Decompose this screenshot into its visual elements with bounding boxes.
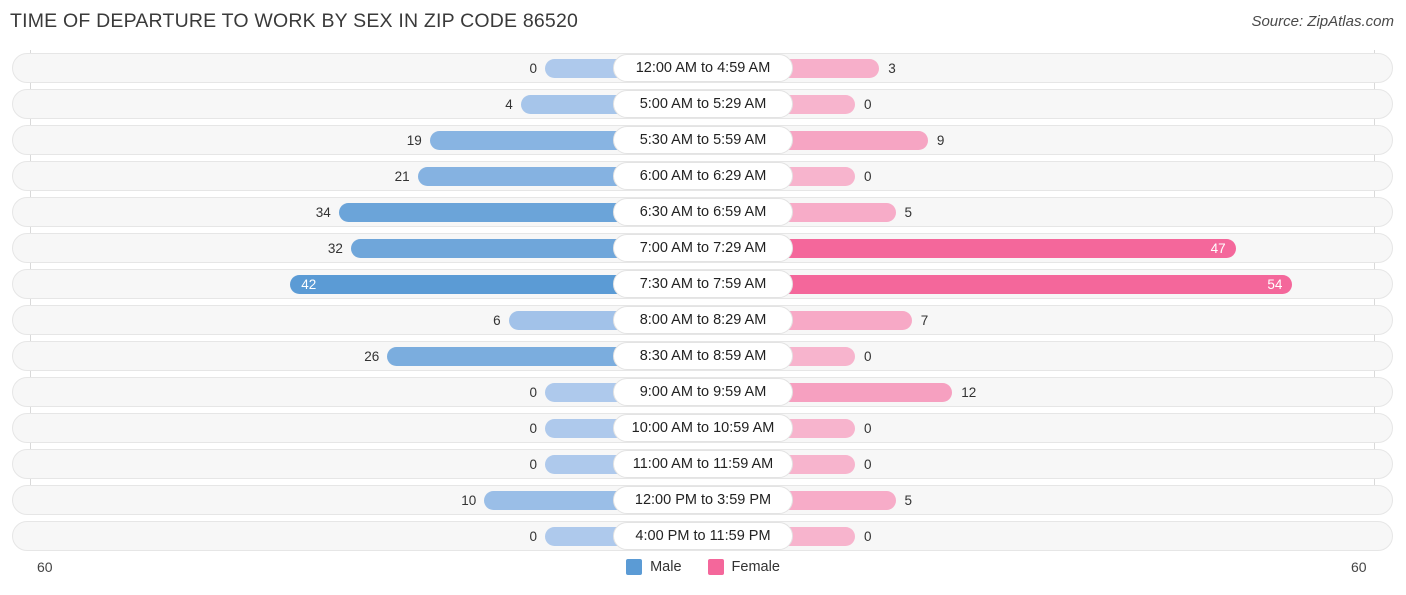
bar-value-female: 5: [904, 205, 913, 220]
bar-value-male: 34: [315, 205, 331, 220]
page-title: TIME OF DEPARTURE TO WORK BY SEX IN ZIP …: [10, 10, 579, 32]
chart-row: 26 0 8:30 AM to 8:59 AM: [0, 338, 1406, 374]
legend-swatch-male-icon: [626, 559, 643, 575]
bar-value-male: 4: [505, 97, 513, 112]
bar-female[interactable]: [787, 527, 855, 546]
bar-value-male: 0: [529, 529, 537, 544]
bar-value-female: 5: [904, 493, 913, 508]
bar-value-male: 0: [529, 385, 537, 400]
legend-swatch-female-icon: [707, 559, 724, 575]
category-label-pill: 12:00 PM to 3:59 PM: [613, 486, 793, 514]
bar-male[interactable]: [545, 59, 619, 78]
bar-value-female: 7: [920, 313, 929, 328]
bar-male[interactable]: [545, 527, 619, 546]
bar-female[interactable]: [787, 239, 1236, 258]
bar-female[interactable]: [787, 491, 896, 510]
bar-value-male: 0: [529, 457, 537, 472]
chart-rows: 0 3 12:00 AM to 4:59 AM 4 0 5:00 AM to 5:29 A…: [0, 50, 1406, 554]
chart-page: TIME OF DEPARTURE TO WORK BY SEX IN ZIP …: [0, 0, 1406, 595]
chart-row: 4 0 5:00 AM to 5:29 AM: [0, 86, 1406, 122]
chart-row: 10 5 12:00 PM to 3:59 PM: [0, 482, 1406, 518]
bar-female[interactable]: [787, 347, 855, 366]
category-label-pill: 7:00 AM to 7:29 AM: [613, 234, 793, 262]
bar-male[interactable]: [545, 455, 619, 474]
legend-label-female: Female: [731, 559, 780, 575]
bar-value-female: 0: [864, 169, 872, 184]
category-label-pill: 6:30 AM to 6:59 AM: [613, 198, 793, 226]
chart-legend: Male Female: [0, 559, 1406, 575]
bar-value-male: 6: [493, 313, 501, 328]
bar-value-male: 10: [461, 493, 477, 508]
bar-value-female: 47: [1210, 241, 1226, 256]
bar-male[interactable]: [520, 95, 619, 114]
bar-female[interactable]: [787, 383, 953, 402]
category-label-pill: 7:30 AM to 7:59 AM: [613, 270, 793, 298]
category-label-pill: 8:00 AM to 8:29 AM: [613, 306, 793, 334]
bar-female[interactable]: [787, 131, 928, 150]
bar-male[interactable]: [387, 347, 619, 366]
chart-row: 0 0 10:00 AM to 10:59 AM: [0, 410, 1406, 446]
category-label-pill: 6:00 AM to 6:29 AM: [613, 162, 793, 190]
category-label-pill: 12:00 AM to 4:59 AM: [613, 54, 793, 82]
bar-female[interactable]: [787, 455, 855, 474]
bar-value-female: 3: [888, 61, 896, 76]
bar-value-female: 12: [961, 385, 977, 400]
bar-value-male: 0: [529, 421, 537, 436]
chart-footer: 60 60 Male Female: [0, 549, 1406, 595]
bar-value-female: 54: [1267, 277, 1283, 292]
bar-male[interactable]: [417, 167, 619, 186]
bar-value-male: 0: [529, 61, 537, 76]
chart-row: 6 7 8:00 AM to 8:29 AM: [0, 302, 1406, 338]
bar-value-male: 32: [327, 241, 343, 256]
chart-row: 34 5 6:30 AM to 6:59 AM: [0, 194, 1406, 230]
category-label-pill: 11:00 AM to 11:59 AM: [613, 450, 793, 478]
bar-female[interactable]: [787, 311, 912, 330]
bar-male[interactable]: [429, 131, 619, 150]
category-label-pill: 10:00 AM to 10:59 AM: [613, 414, 793, 442]
chart-row: 0 0 11:00 AM to 11:59 AM: [0, 446, 1406, 482]
chart-row: 19 9 5:30 AM to 5:59 AM: [0, 122, 1406, 158]
bar-female[interactable]: [787, 167, 855, 186]
category-label-pill: 4:00 PM to 11:59 PM: [613, 522, 793, 550]
bar-male[interactable]: [545, 383, 619, 402]
chart-row: 42 54 7:30 AM to 7:59 AM: [0, 266, 1406, 302]
source-attribution: Source: ZipAtlas.com: [1251, 13, 1394, 30]
bar-value-female: 9: [936, 133, 945, 148]
bar-value-female: 0: [864, 529, 872, 544]
bar-value-female: 0: [864, 97, 872, 112]
chart-plot-area: 0 3 12:00 AM to 4:59 AM 4 0 5:00 AM to 5:29 A…: [0, 50, 1406, 555]
bar-female[interactable]: [787, 203, 896, 222]
bar-male[interactable]: [545, 419, 619, 438]
chart-row: 21 0 6:00 AM to 6:29 AM: [0, 158, 1406, 194]
category-label-pill: 5:00 AM to 5:29 AM: [613, 90, 793, 118]
chart-row: 32 47 7:00 AM to 7:29 AM: [0, 230, 1406, 266]
bar-value-female: 0: [864, 349, 872, 364]
bar-male[interactable]: [290, 275, 619, 294]
bar-value-male: 21: [394, 169, 410, 184]
bar-female[interactable]: [787, 275, 1293, 294]
legend-item-female[interactable]: Female: [707, 559, 780, 575]
bar-value-male: 19: [406, 133, 422, 148]
bar-value-male: 26: [364, 349, 380, 364]
bar-female[interactable]: [787, 419, 855, 438]
category-label-pill: 5:30 AM to 5:59 AM: [613, 126, 793, 154]
bar-value-female: 0: [864, 421, 872, 436]
chart-row: 0 12 9:00 AM to 9:59 AM: [0, 374, 1406, 410]
bar-male[interactable]: [484, 491, 619, 510]
category-label-pill: 8:30 AM to 8:59 AM: [613, 342, 793, 370]
bar-male[interactable]: [338, 203, 619, 222]
legend-item-male[interactable]: Male: [626, 559, 682, 575]
bar-value-male: 42: [301, 277, 317, 292]
bar-female[interactable]: [787, 95, 855, 114]
chart-row: 0 3 12:00 AM to 4:59 AM: [0, 50, 1406, 86]
bar-male[interactable]: [508, 311, 619, 330]
category-label-pill: 9:00 AM to 9:59 AM: [613, 378, 793, 406]
bar-female[interactable]: [787, 59, 880, 78]
bar-value-female: 0: [864, 457, 872, 472]
legend-label-male: Male: [650, 559, 682, 575]
bar-male[interactable]: [350, 239, 619, 258]
